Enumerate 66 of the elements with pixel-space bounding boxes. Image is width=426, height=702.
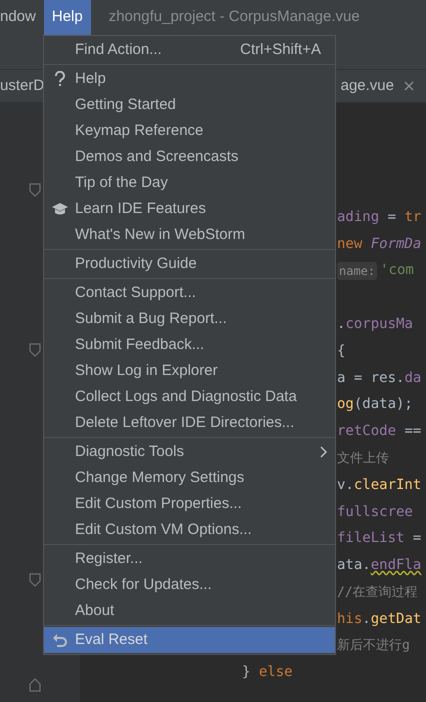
menu-item[interactable]: Diagnostic Tools bbox=[44, 439, 335, 465]
code-comment: 文件上传 bbox=[337, 450, 389, 468]
editor-tab[interactable]: age.vue bbox=[340, 70, 426, 102]
menu-item[interactable]: Edit Custom Properties... bbox=[44, 491, 335, 517]
code-token: getDat bbox=[370, 610, 422, 629]
menu-bar-item[interactable]: Help bbox=[44, 0, 91, 35]
code-token: . bbox=[362, 610, 371, 629]
fold-icon bbox=[28, 678, 42, 692]
menu-item[interactable]: Eval Reset bbox=[44, 627, 335, 653]
parameter-hint: name: bbox=[337, 262, 378, 280]
fold-icon bbox=[28, 183, 42, 197]
window-title: zhongfu_project - CorpusManage.vue bbox=[108, 7, 360, 28]
code-token: og bbox=[337, 395, 354, 414]
chevron-right-icon bbox=[319, 446, 327, 458]
code-token: fileList bbox=[337, 529, 404, 548]
code-token: tr bbox=[404, 208, 422, 227]
code-token: v. bbox=[337, 476, 354, 495]
code-token: = bbox=[412, 529, 422, 548]
menu-item[interactable]: Getting Started bbox=[44, 92, 335, 118]
close-icon[interactable] bbox=[404, 81, 414, 91]
menu-item[interactable]: Check for Updates... bbox=[44, 572, 335, 598]
code-token: == bbox=[403, 422, 422, 442]
code-token: retCode bbox=[337, 422, 396, 442]
code-token: his bbox=[337, 610, 362, 629]
code-token: a = res. bbox=[337, 368, 404, 388]
code-token: else bbox=[258, 663, 293, 682]
code-token: da bbox=[404, 368, 422, 388]
code-token: ata. bbox=[337, 556, 371, 576]
menu-item[interactable]: Submit a Bug Report... bbox=[44, 306, 335, 332]
code-token: . bbox=[337, 315, 346, 334]
menu-bar-item[interactable]: ndow bbox=[0, 0, 44, 35]
code-token: FormDa bbox=[370, 234, 422, 254]
help-icon bbox=[54, 71, 66, 87]
code-comment: //在查询过程 bbox=[337, 584, 418, 602]
code-token: fullscree bbox=[337, 502, 413, 522]
fold-icon bbox=[28, 343, 42, 357]
menu-item[interactable]: Submit Feedback... bbox=[44, 332, 335, 358]
undo-icon bbox=[52, 632, 68, 648]
menu-item[interactable]: Collect Logs and Diagnostic Data bbox=[44, 384, 335, 410]
code-token: (data); bbox=[354, 395, 413, 414]
code-token: corpusMa bbox=[345, 315, 413, 334]
menu-item[interactable]: Delete Leftover IDE Directories... bbox=[44, 410, 335, 436]
code-comment: 新后不进行g bbox=[337, 637, 410, 656]
menu-item[interactable]: Help bbox=[44, 66, 335, 92]
menu-item[interactable]: What's New in WebStorm bbox=[44, 222, 335, 248]
menu-item[interactable]: Tip of the Day bbox=[44, 170, 335, 196]
menu-item[interactable]: Edit Custom VM Options... bbox=[44, 517, 335, 543]
menu-item[interactable]: Keymap Reference bbox=[44, 118, 335, 144]
code-token: { bbox=[337, 342, 346, 361]
code-token: endFla bbox=[370, 556, 422, 576]
menu-item[interactable]: Learn IDE Features bbox=[44, 196, 335, 222]
menu-item[interactable]: Register... bbox=[44, 546, 335, 572]
code-token: ading bbox=[337, 208, 380, 227]
code-token: 'com bbox=[380, 261, 414, 280]
menu-item[interactable]: About bbox=[44, 598, 335, 624]
menu-item[interactable]: Demos and Screencasts bbox=[44, 144, 335, 170]
menu-item[interactable]: Productivity Guide bbox=[44, 251, 335, 277]
menu-item[interactable]: Show Log in Explorer bbox=[44, 358, 335, 384]
menu-item[interactable]: Contact Support... bbox=[44, 280, 335, 306]
code-token: = bbox=[386, 208, 398, 227]
menu-item[interactable]: Change Memory Settings bbox=[44, 465, 335, 491]
fold-icon bbox=[28, 573, 42, 587]
code-token: } bbox=[242, 663, 252, 682]
code-token: new bbox=[337, 234, 364, 254]
code-token: clearInt bbox=[354, 476, 422, 495]
graduation-cap-icon bbox=[50, 202, 68, 216]
